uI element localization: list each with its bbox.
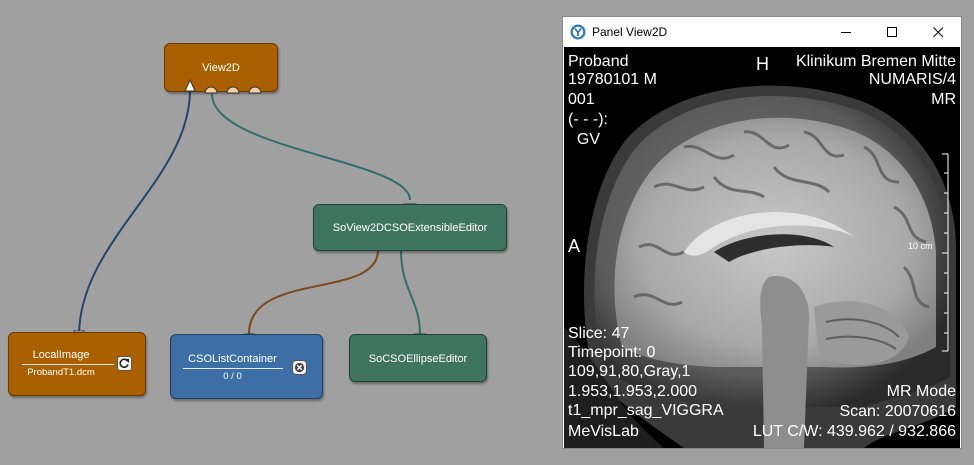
mevislab-app-icon [570,24,586,40]
connection-inventor[interactable] [211,93,411,201]
maximize-button[interactable] [869,17,915,47]
extensible-editor-module[interactable]: SoView2DCSOExtensibleEditor [313,204,507,251]
reload-button[interactable] [117,356,132,371]
close-button[interactable] [915,17,961,47]
overlay-scan-date: Scan: 20070616 [839,403,956,420]
module-title: CSOListContainer [188,353,277,365]
orientation-top: H [756,54,769,74]
connection-image[interactable] [78,89,191,337]
window-titlebar[interactable]: Panel View2D [563,17,961,47]
overlay-software: MeVisLab [568,423,639,440]
scale-label: 10 cm [908,241,933,251]
overlay-institution: Klinikum Bremen Mitte [795,53,956,70]
ellipse-editor-module[interactable]: SoCSOEllipseEditor [349,334,487,382]
overlay-value: GV [568,131,601,148]
minimize-icon [841,32,851,33]
panel-window[interactable]: Panel View2D Proband 19780101 M 001 (- -… [562,16,962,449]
clear-button[interactable] [292,360,307,375]
overlay-coords: (- - -): [568,111,608,128]
overlay-station: NUMARIS/4 [868,71,956,88]
overlay-voxel-info: 109,91,80,Gray,1 [568,363,691,380]
reload-icon [119,358,129,369]
module-subtitle: 0 / 0 [223,371,242,382]
overlay-timepoint: Timepoint: 0 [568,344,656,361]
csolistcontainer-module[interactable]: CSOListContainer 0 / 0 [170,334,323,399]
network-editor[interactable]: View2D SoView2DCSOExtensibleEditor Local… [0,0,560,465]
overlay-lut: LUT C/W: 439.962 / 932.866 [752,423,956,440]
module-title: LocalImage [32,349,90,361]
module-divider [183,368,283,369]
maximize-icon [887,27,897,37]
overlay-mode: MR Mode [886,383,956,400]
connection-base[interactable] [248,249,379,335]
module-subtitle: ProbandT1.dcm [27,367,95,378]
localimage-module[interactable]: LocalImage ProbandT1.dcm [8,332,146,396]
module-title: View2D [202,62,240,74]
overlay-series: 001 [568,91,595,108]
overlay-modality: MR [931,91,956,108]
connection-inventor-2[interactable] [400,249,421,335]
overlay-birthdate-sex: 19780101 M [568,71,657,88]
overlay-patient-name: Proband [568,53,629,70]
overlay-sequence: t1_mpr_sag_VIGGRA [568,402,724,419]
minimize-button[interactable] [823,17,869,47]
overlay-voxel-size: 1.953,1.953,2.000 [568,383,698,400]
window-title: Panel View2D [592,25,668,39]
module-title: SoCSOEllipseEditor [368,353,468,365]
module-divider [22,364,114,365]
orientation-left: A [568,236,581,256]
clear-icon [294,362,305,373]
close-icon [933,27,944,38]
view2d-viewer[interactable]: Proband 19780101 M 001 (- - -): GV H Kli… [564,47,960,448]
module-title: SoView2DCSOExtensibleEditor [332,222,488,234]
overlay-slice: Slice: 47 [568,325,630,342]
view2d-module[interactable]: View2D [164,43,278,92]
